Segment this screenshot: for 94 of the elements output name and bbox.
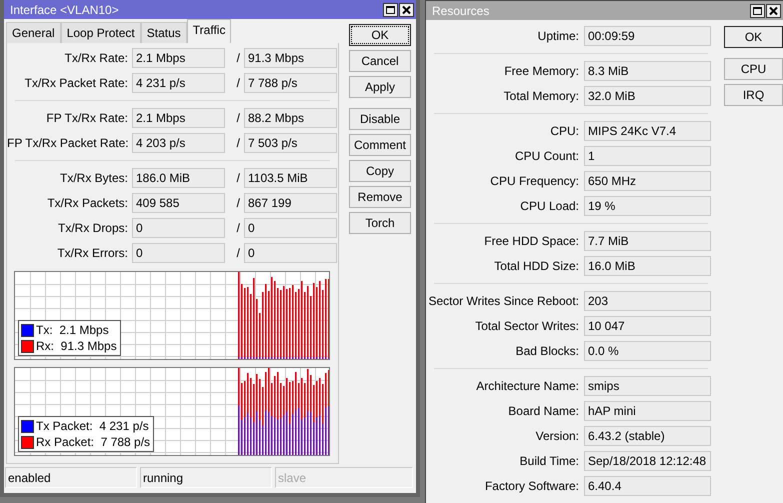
button[interactable]: OK [349,24,411,46]
field-label: CPU Count: [514,149,579,163]
field-label: Architecture Name: [475,379,579,393]
field-label: CPU Frequency: [489,174,579,188]
separator: / [236,111,240,125]
field-label: Version: [534,429,579,443]
value-field[interactable]: hAP mini [584,401,711,421]
close-icon[interactable] [766,4,781,18]
value-field[interactable]: 6.40.4 [584,476,711,496]
field-label: Tx/Rx Errors: [56,246,128,260]
button[interactable]: OK [724,26,783,48]
value-field[interactable]: 6.43.2 (stable) [584,426,711,446]
legend-label: Rx: 91.3 Mbps [36,339,117,353]
value-field[interactable]: 0 [244,243,337,263]
value-field[interactable]: 88.2 Mbps [244,108,337,128]
legend-label: Tx Packet: 4 231 p/s [36,419,149,433]
value-field[interactable]: 7 503 p/s [244,133,337,153]
tab[interactable]: Traffic [186,19,232,43]
button[interactable]: Copy [349,160,411,182]
separator: / [236,76,240,90]
value-field[interactable]: 409 585 [132,193,225,213]
value-field[interactable]: 16.0 MiB [584,256,711,276]
button[interactable]: Torch [349,212,411,234]
field-label: Board Name: [507,404,579,418]
button[interactable]: Cancel [349,50,411,72]
legend-label: Tx: 2.1 Mbps [36,323,109,337]
value-field[interactable]: MIPS 24Kc V7.4 [584,121,711,141]
field-label: Tx/Rx Bytes: [58,171,128,185]
value-field[interactable]: 2.1 Mbps [132,48,225,68]
value-field[interactable]: 00:09:59 [584,26,711,46]
field-label: Total HDD Size: [493,259,579,273]
button[interactable]: CPU [724,58,783,80]
value-field[interactable]: 1103.5 MiB [244,168,337,188]
value-field[interactable]: 10 047 [584,316,711,336]
field-label: CPU: [549,124,579,138]
value-field[interactable]: 7.7 MiB [584,231,711,251]
separator: / [236,51,240,65]
value-field[interactable]: 32.0 MiB [584,86,711,106]
status-cell: slave [275,467,413,488]
field-label: Free HDD Space: [483,234,579,248]
tab[interactable]: Status [140,22,187,43]
field-label: Sector Writes Since Reboot: [427,294,579,308]
field-label: Tx/Rx Rate: [64,51,128,65]
value-field[interactable]: 0 [244,218,337,238]
maximize-icon[interactable] [383,2,398,16]
field-label: Free Memory: [503,64,579,78]
value-field[interactable]: 1 [584,146,711,166]
value-field[interactable]: 0 [132,243,225,263]
value-field[interactable]: 867 199 [244,193,337,213]
field-label: CPU Load: [519,199,579,213]
maximize-icon[interactable] [750,4,765,18]
legend-label: Rx Packet: 7 788 p/s [36,435,150,449]
separator: / [236,196,240,210]
button[interactable]: Apply [349,76,411,98]
field-label: Tx/Rx Packet Rate: [24,76,128,90]
value-field[interactable]: 7 788 p/s [244,73,337,93]
button[interactable]: Remove [349,186,411,208]
close-icon[interactable] [399,2,414,16]
value-field[interactable]: 19 % [584,196,711,216]
field-label: Total Sector Writes: [474,319,579,333]
field-label: Total Memory: [502,89,579,103]
separator: / [236,246,240,260]
value-field[interactable]: 186.0 MiB [132,168,225,188]
window-title: Resources [432,4,490,18]
tab[interactable]: Loop Protect [60,22,141,43]
separator: / [236,221,240,235]
separator: / [236,136,240,150]
value-field[interactable]: 8.3 MiB [584,61,711,81]
button[interactable]: Disable [349,108,411,130]
value-field[interactable]: 4 231 p/s [132,73,225,93]
field-label: Tx/Rx Drops: [56,221,128,235]
value-field[interactable]: 0 [132,218,225,238]
tab[interactable]: General [6,22,61,43]
field-label: Bad Blocks: [514,344,579,358]
status-cell: running [140,467,272,488]
value-field[interactable]: 650 MHz [584,171,711,191]
field-label: FP Tx/Rx Rate: [45,111,128,125]
value-field[interactable]: 0.0 % [584,341,711,361]
value-field[interactable]: Sep/18/2018 12:12:48 [584,451,711,471]
separator: / [236,171,240,185]
value-field[interactable]: 2.1 Mbps [132,108,225,128]
value-field[interactable]: smips [584,376,711,396]
field-label: Factory Software: [484,479,579,493]
value-field[interactable]: 4 203 p/s [132,133,225,153]
value-field[interactable]: 91.3 Mbps [244,48,337,68]
field-label: FP Tx/Rx Packet Rate: [7,136,128,150]
value-field[interactable]: 203 [584,291,711,311]
window-title: Interface <VLAN10> [10,2,119,16]
button[interactable]: IRQ [724,84,783,106]
field-label: Tx/Rx Packets: [46,196,128,210]
button[interactable]: Comment [349,134,411,156]
field-label: Uptime: [536,29,579,43]
field-label: Build Time: [518,454,579,468]
status-cell: enabled [5,467,137,488]
